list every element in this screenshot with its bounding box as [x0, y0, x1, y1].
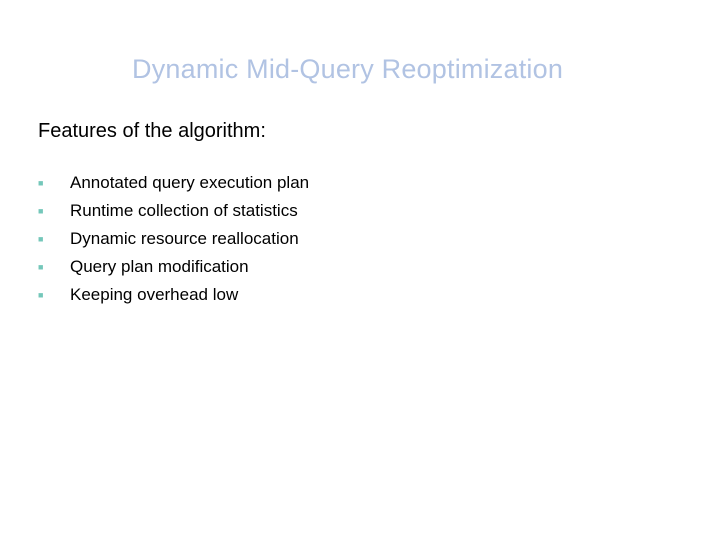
- square-bullet-icon: ■: [38, 177, 46, 189]
- square-bullet-icon: ■: [38, 233, 46, 245]
- bullet-text: Annotated query execution plan: [70, 172, 309, 195]
- bullet-text: Dynamic resource reallocation: [70, 228, 299, 251]
- slide: Dynamic Mid-Query Reoptimization Feature…: [0, 0, 720, 540]
- square-bullet-icon: ■: [38, 205, 46, 217]
- slide-subtitle: Features of the algorithm:: [38, 120, 266, 143]
- bullet-text: Query plan modification: [70, 256, 249, 279]
- bullet-list: ■ Annotated query execution plan ■ Runti…: [38, 172, 309, 312]
- slide-title: Dynamic Mid-Query Reoptimization: [132, 54, 563, 85]
- square-bullet-icon: ■: [38, 261, 46, 273]
- list-item: ■ Query plan modification: [38, 256, 309, 279]
- bullet-text: Runtime collection of statistics: [70, 200, 298, 223]
- list-item: ■ Dynamic resource reallocation: [38, 228, 309, 251]
- list-item: ■ Annotated query execution plan: [38, 172, 309, 195]
- list-item: ■ Keeping overhead low: [38, 284, 309, 307]
- list-item: ■ Runtime collection of statistics: [38, 200, 309, 223]
- bullet-text: Keeping overhead low: [70, 284, 238, 307]
- square-bullet-icon: ■: [38, 289, 46, 301]
